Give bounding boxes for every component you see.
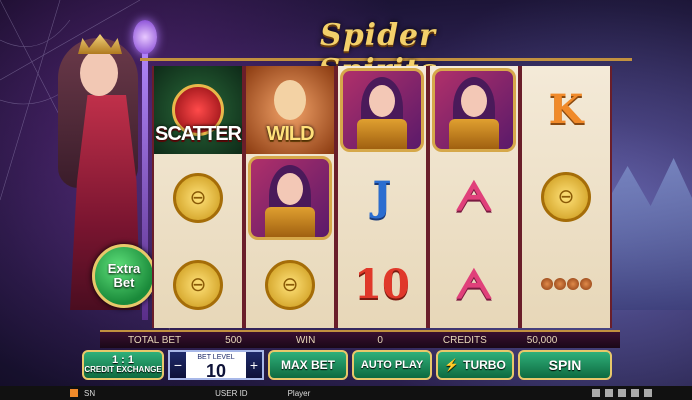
reel-4: ᗅ ᗅ bbox=[430, 66, 518, 328]
card-10: 10 bbox=[354, 260, 410, 308]
turbo-button[interactable]: ⚡ TURBO bbox=[436, 350, 514, 380]
spin-button[interactable]: SPIN bbox=[518, 350, 612, 380]
symbol-portrait bbox=[338, 66, 426, 153]
credits-value: 50,000 bbox=[526, 334, 558, 346]
control-panel: 1 : 1 CREDIT EXCHANGE − BET LEVEL 10 + M… bbox=[82, 348, 622, 382]
player-label: Player bbox=[287, 388, 311, 398]
gold-coin-icon: ⊖ bbox=[173, 259, 223, 310]
symbol-wild: WILD bbox=[246, 66, 334, 154]
fullscreen-icon[interactable] bbox=[644, 389, 652, 397]
bet-level-control: − BET LEVEL 10 + bbox=[168, 350, 264, 380]
symbol-scatter: SCATTER bbox=[154, 66, 242, 154]
settings-icon[interactable] bbox=[631, 389, 639, 397]
staff-orb-icon bbox=[133, 20, 157, 54]
footer-bar: SN USER ID Player bbox=[0, 386, 692, 400]
card-k: K bbox=[548, 86, 584, 134]
reel-1: SCATTER ⊖ ⊖ bbox=[154, 66, 242, 328]
witch-face bbox=[80, 50, 118, 96]
symbol-a: ᗅ bbox=[430, 241, 518, 328]
total-bet-label: TOTAL BET bbox=[128, 334, 182, 346]
spider-lady-portrait-icon bbox=[248, 155, 332, 240]
scatter-spider-icon: SCATTER bbox=[154, 66, 242, 154]
sound-icon[interactable] bbox=[592, 389, 600, 397]
witch-crown bbox=[78, 34, 122, 54]
monk-face bbox=[274, 80, 306, 120]
credit-exchange-label: CREDIT EXCHANGE bbox=[84, 365, 162, 374]
scatter-label: SCATTER bbox=[155, 123, 242, 145]
turbo-label: TURBO bbox=[463, 358, 506, 372]
bet-level-display: BET LEVEL 10 bbox=[186, 352, 246, 381]
reel-3: J 10 bbox=[338, 66, 426, 328]
bet-level-caption: BET LEVEL bbox=[197, 354, 235, 361]
credit-ratio: 1 : 1 bbox=[111, 354, 134, 366]
card-a: ᗅ bbox=[455, 173, 493, 221]
history-icon[interactable] bbox=[618, 389, 626, 397]
app-icon bbox=[70, 389, 78, 397]
symbol-k: K bbox=[522, 66, 610, 153]
extra-bet-button[interactable]: Extra Bet bbox=[92, 244, 156, 308]
reel-2: WILD ⊖ bbox=[246, 66, 334, 328]
symbol-portrait bbox=[246, 154, 334, 241]
symbol-portrait bbox=[430, 66, 518, 153]
info-icon[interactable] bbox=[605, 389, 613, 397]
credits-label: CREDITS bbox=[442, 334, 487, 346]
symbol-j: J bbox=[338, 153, 426, 240]
symbol-coin: ⊖ bbox=[246, 241, 334, 328]
symbol-coin: ⊖ bbox=[154, 154, 242, 241]
reel-5: K ⊖ bbox=[522, 66, 610, 328]
symbol-coin: ⊖ bbox=[522, 153, 610, 240]
symbol-beads bbox=[522, 241, 610, 328]
bet-level-value: 10 bbox=[205, 361, 227, 381]
gold-coin-icon: ⊖ bbox=[265, 259, 315, 310]
status-bar: TOTAL BET 500 WIN 0 CREDITS 50,000 bbox=[100, 330, 620, 348]
lightning-icon: ⚡ bbox=[444, 358, 460, 372]
win-label: WIN bbox=[295, 334, 316, 346]
bet-level-decrease-button[interactable]: − bbox=[170, 352, 186, 378]
spider-lady-portrait-icon bbox=[432, 67, 516, 152]
symbol-a: ᗅ bbox=[430, 153, 518, 240]
total-bet-value: 500 bbox=[225, 334, 242, 346]
extra-bet-label: Extra Bet bbox=[107, 261, 141, 290]
wild-monk-icon: WILD bbox=[246, 66, 334, 154]
bet-level-increase-button[interactable]: + bbox=[246, 352, 262, 378]
gold-coin-icon: ⊖ bbox=[173, 172, 223, 223]
symbol-10: 10 bbox=[338, 241, 426, 328]
card-a: ᗅ bbox=[455, 260, 493, 308]
card-j: J bbox=[372, 173, 392, 221]
user-id-label: USER ID bbox=[215, 388, 248, 398]
wild-label: WILD bbox=[266, 123, 314, 145]
spider-lady-portrait-icon bbox=[340, 67, 424, 152]
sn-label: SN bbox=[84, 388, 96, 398]
credit-exchange-button[interactable]: 1 : 1 CREDIT EXCHANGE bbox=[82, 350, 164, 380]
gold-coin-icon: ⊖ bbox=[541, 171, 591, 222]
auto-play-button[interactable]: AUTO PLAY bbox=[352, 350, 432, 380]
max-bet-button[interactable]: MAX BET bbox=[268, 350, 348, 380]
win-value: 0 bbox=[377, 334, 383, 346]
footer-icons bbox=[592, 389, 652, 397]
symbol-coin: ⊖ bbox=[154, 241, 242, 328]
game-logo: Spider Spirits bbox=[319, 18, 437, 88]
prayer-beads-icon bbox=[540, 278, 592, 291]
reel-grid: SCATTER ⊖ ⊖ WILD ⊖ J 10 ᗅ ᗅ K ⊖ bbox=[152, 66, 612, 328]
